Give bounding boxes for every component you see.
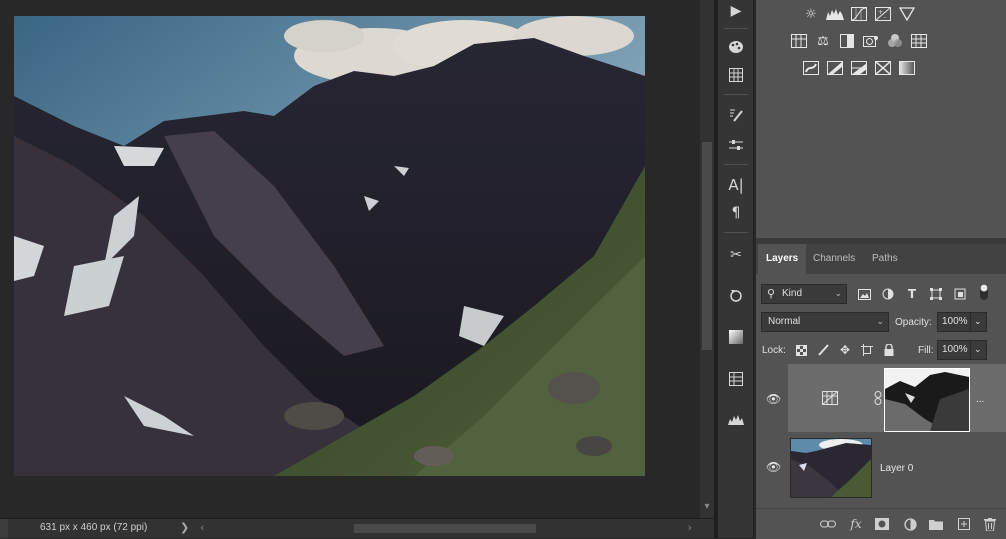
status-menu-arrow-icon[interactable]: ❯ xyxy=(180,521,189,534)
opacity-value: 100% xyxy=(942,316,968,327)
layer-filter-select[interactable]: ⚲ Kind ⌄ xyxy=(761,284,847,304)
exposure-icon[interactable]: + - xyxy=(874,6,892,22)
layer-mask-thumbnail[interactable] xyxy=(884,368,970,432)
layer-name[interactable]: Layer 0 xyxy=(880,463,913,474)
grid-icon[interactable] xyxy=(724,64,748,86)
character-icon[interactable]: A| xyxy=(724,174,748,196)
table-icon[interactable] xyxy=(724,368,748,390)
color-balance-icon[interactable]: ⚖ xyxy=(814,33,832,49)
filter-smart-object-icon[interactable] xyxy=(952,286,968,302)
scissors-icon[interactable]: ✂ xyxy=(724,244,748,266)
brush-history-icon[interactable] xyxy=(724,104,748,126)
filter-shape-icon[interactable] xyxy=(928,286,944,302)
scroll-down-icon[interactable]: ▾ xyxy=(702,500,712,514)
tab-layers[interactable]: Layers xyxy=(758,244,807,274)
color-palette-icon[interactable] xyxy=(724,36,748,58)
triangle-icon[interactable] xyxy=(898,6,916,22)
blend-mode-value: Normal xyxy=(768,316,801,327)
fill-value: 100% xyxy=(942,344,968,355)
chevron-down-icon: ⌄ xyxy=(834,289,842,299)
link-layers-icon[interactable] xyxy=(820,516,836,532)
sliders-icon[interactable] xyxy=(724,134,748,156)
vibrance-icon[interactable] xyxy=(790,33,808,49)
color-lookup-icon[interactable] xyxy=(910,33,928,49)
horizontal-scrollbar[interactable]: ‹ › xyxy=(196,521,696,535)
lock-position-icon[interactable]: ✥ xyxy=(837,342,853,358)
chevron-down-icon: ⌄ xyxy=(876,317,884,327)
blend-mode-select[interactable]: Normal ⌄ xyxy=(761,312,889,332)
panel-tool-strip: ▶ A| ¶ ✂ xyxy=(718,0,754,538)
opacity-dropdown[interactable]: ⌄ xyxy=(970,312,987,332)
toolstrip-divider xyxy=(724,164,748,165)
search-icon: ⚲ xyxy=(767,287,776,300)
layer-filter-label: Kind xyxy=(782,288,803,299)
lock-transparent-pixels-icon[interactable] xyxy=(793,342,809,358)
layers-panel-tabs: Layers Channels Paths xyxy=(756,244,1006,274)
clone-source-icon[interactable] xyxy=(724,284,748,306)
opacity-label: Opacity: xyxy=(895,317,932,328)
invert-icon[interactable] xyxy=(802,60,820,76)
paragraph-icon[interactable]: ¶ xyxy=(724,202,748,224)
document-info: 631 px x 460 px (72 ppi) xyxy=(40,522,148,533)
photo-filter-icon[interactable] xyxy=(862,33,880,49)
layer-more-label[interactable]: ... xyxy=(976,394,984,405)
selective-color-icon[interactable] xyxy=(874,60,892,76)
vertical-scroll-thumb[interactable] xyxy=(702,142,712,350)
document-canvas-area[interactable] xyxy=(0,0,700,518)
scroll-left-icon[interactable]: ‹ xyxy=(200,521,204,534)
tab-paths[interactable]: Paths xyxy=(864,244,906,274)
new-group-folder-icon[interactable] xyxy=(928,516,944,532)
threshold-icon[interactable] xyxy=(850,60,868,76)
filter-adjustment-icon[interactable] xyxy=(880,286,896,302)
visibility-eye-icon[interactable]: 👁 xyxy=(766,392,781,406)
gradient-map-icon[interactable] xyxy=(898,60,916,76)
toolstrip-divider xyxy=(724,94,748,95)
filter-type-icon[interactable]: T xyxy=(904,286,920,302)
lock-label: Lock: xyxy=(762,345,786,356)
black-white-icon[interactable] xyxy=(838,33,856,49)
lock-artboard-icon[interactable] xyxy=(859,342,875,358)
adjustments-panel: ☼ + - ⚖ xyxy=(756,0,1006,243)
toolstrip-divider xyxy=(724,232,748,233)
visibility-eye-icon[interactable]: 👁 xyxy=(766,460,781,474)
adjustment-layer-icon xyxy=(822,390,838,406)
layer-thumbnail[interactable] xyxy=(790,438,872,498)
posterize-icon[interactable] xyxy=(826,60,844,76)
layers-panel: Layers Channels Paths ⚲ Kind ⌄ T Normal … xyxy=(756,244,1006,539)
gradient-swatch-icon[interactable] xyxy=(724,326,748,348)
add-mask-icon[interactable] xyxy=(874,516,890,532)
curves-icon[interactable] xyxy=(850,6,868,22)
histogram-icon[interactable] xyxy=(724,408,748,430)
delete-layer-icon[interactable] xyxy=(982,516,998,532)
fill-label: Fill: xyxy=(918,345,934,356)
brightness-icon[interactable]: ☼ xyxy=(802,6,820,22)
levels-icon[interactable] xyxy=(826,6,844,22)
horizontal-scroll-thumb[interactable] xyxy=(354,524,536,533)
svg-text:+: + xyxy=(878,9,883,16)
vertical-scrollbar[interactable]: ▾ xyxy=(700,0,714,518)
svg-text:-: - xyxy=(884,14,886,21)
tab-channels[interactable]: Channels xyxy=(805,244,863,274)
layer-style-fx-icon[interactable]: fx xyxy=(848,516,864,532)
channel-mixer-icon[interactable] xyxy=(886,33,904,49)
status-bar: 631 px x 460 px (72 ppi) ❯ ‹ › xyxy=(0,518,714,538)
filter-toggle-icon[interactable] xyxy=(976,284,992,300)
filter-pixel-icon[interactable] xyxy=(856,286,872,302)
play-icon[interactable]: ▶ xyxy=(724,0,748,22)
fill-dropdown[interactable]: ⌄ xyxy=(970,340,987,360)
lock-image-pixels-icon[interactable] xyxy=(815,342,831,358)
toolstrip-divider xyxy=(724,28,748,29)
lock-all-icon[interactable] xyxy=(881,342,897,358)
new-layer-icon[interactable] xyxy=(956,516,972,532)
layers-panel-footer: fx xyxy=(756,508,1006,539)
scroll-right-icon[interactable]: › xyxy=(688,521,692,534)
chevron-down-icon: ⌄ xyxy=(974,317,982,327)
new-adjustment-layer-icon[interactable] xyxy=(902,516,918,532)
status-bar-handle xyxy=(0,519,8,538)
chevron-down-icon: ⌄ xyxy=(974,345,982,355)
mountain-photo[interactable] xyxy=(14,16,645,476)
